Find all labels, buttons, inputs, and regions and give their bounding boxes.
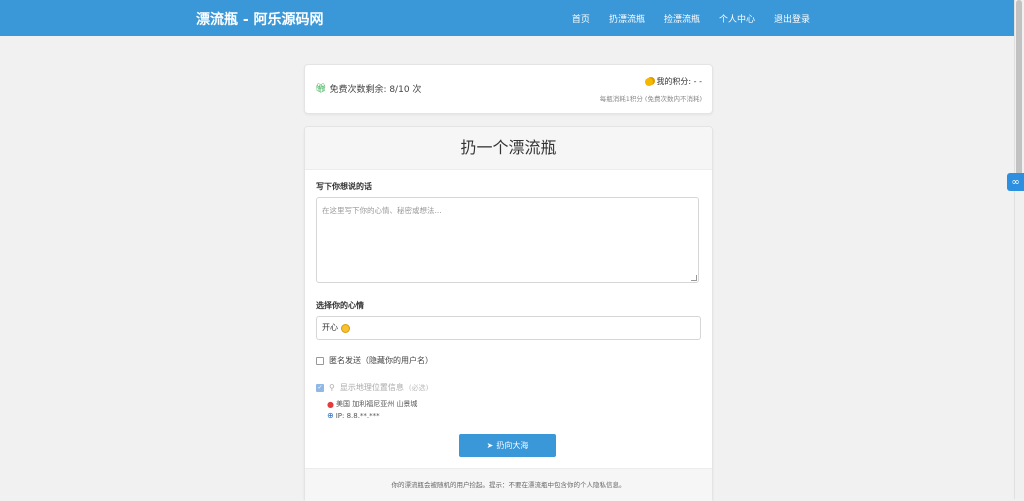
location-label[interactable]: 显示地理位置信息	[340, 382, 404, 393]
location-line: ● 美国 加利福尼亚州 山景城	[327, 399, 417, 409]
mood-select[interactable]: 开心	[316, 316, 701, 340]
scroll-thumb[interactable]	[1016, 0, 1022, 180]
smile-emoji-icon	[341, 323, 350, 333]
location-checkbox[interactable]: ✓	[316, 383, 324, 392]
resize-handle-icon[interactable]	[691, 275, 697, 281]
throw-button[interactable]: ➤ 扔向大海	[459, 434, 556, 457]
float-share-button[interactable]: ∞	[1007, 173, 1024, 191]
points-note: 每瓶消耗1积分 (免费次数内不消耗)	[599, 95, 702, 103]
coins-icon	[645, 77, 654, 86]
points-text: 我的积分: - -	[656, 77, 702, 86]
mood-label: 选择你的心情	[316, 301, 364, 310]
location-hint: (必选)	[408, 383, 429, 392]
nav-throw-bottle[interactable]: 扔漂流瓶	[609, 12, 645, 25]
gift-icon: 🎁︎	[315, 83, 327, 94]
anonymous-checkbox[interactable]	[316, 356, 324, 365]
points-line: 我的积分: - -	[600, 76, 702, 87]
message-textarea[interactable]: 在这里写下你的心情、秘密或想法...	[316, 197, 699, 283]
scrollbar[interactable]	[1014, 0, 1024, 499]
message-placeholder: 在这里写下你的心情、秘密或想法...	[322, 206, 442, 215]
free-count: 🎁︎ 免费次数剩余: 8/10 次	[315, 82, 422, 96]
location-option: ✓ ⚲ 显示地理位置信息 (必选)	[316, 382, 428, 393]
paper-plane-icon: ➤	[486, 441, 494, 450]
message-label: 写下你想说的话	[316, 182, 372, 191]
nav-logout[interactable]: 退出登录	[774, 12, 810, 25]
location-pin-icon: ⚲	[329, 383, 335, 392]
anonymous-option: 匿名发送（隐藏你的用户名）	[316, 355, 433, 366]
ip-value: IP: 8.8.**.***	[335, 411, 380, 420]
nav-profile[interactable]: 个人中心	[719, 12, 755, 25]
points-info: 我的积分: - - 每瓶消耗1积分 (免费次数内不消耗)	[600, 76, 702, 103]
footer-note: 你的漂流瓶会被随机的用户捡起。提示：不要在漂流瓶中包含你的个人隐私信息。	[305, 468, 712, 501]
nav-links: 首页 扔漂流瓶 捡漂流瓶 个人中心 退出登录	[572, 12, 810, 25]
globe-icon: ⊕	[327, 411, 334, 420]
stats-card: 🎁︎ 免费次数剩余: 8/10 次 我的积分: - - 每瓶消耗1积分 (免费次…	[304, 64, 713, 114]
location-value: 美国 加利福尼亚州 山景城	[335, 400, 418, 408]
throw-button-label: 扔向大海	[496, 441, 529, 450]
anonymous-label[interactable]: 匿名发送（隐藏你的用户名）	[329, 355, 433, 366]
card-title: 扔一个漂流瓶	[305, 127, 712, 170]
map-marker-icon: ●	[327, 399, 334, 409]
throw-bottle-card: 扔一个漂流瓶 写下你想说的话 在这里写下你的心情、秘密或想法... 选择你的心情…	[304, 126, 713, 501]
brand-title[interactable]: 漂流瓶 - 阿乐源码网	[196, 9, 324, 29]
navbar: 漂流瓶 - 阿乐源码网 首页 扔漂流瓶 捡漂流瓶 个人中心 退出登录	[0, 0, 1015, 36]
nav-pick-bottle[interactable]: 捡漂流瓶	[664, 12, 700, 25]
share-icon: ∞	[1011, 176, 1020, 188]
nav-home[interactable]: 首页	[572, 12, 590, 25]
free-count-text: 免费次数剩余: 8/10 次	[329, 85, 422, 95]
ip-line: ⊕ IP: 8.8.**.***	[327, 411, 380, 420]
mood-value: 开心	[322, 323, 338, 332]
